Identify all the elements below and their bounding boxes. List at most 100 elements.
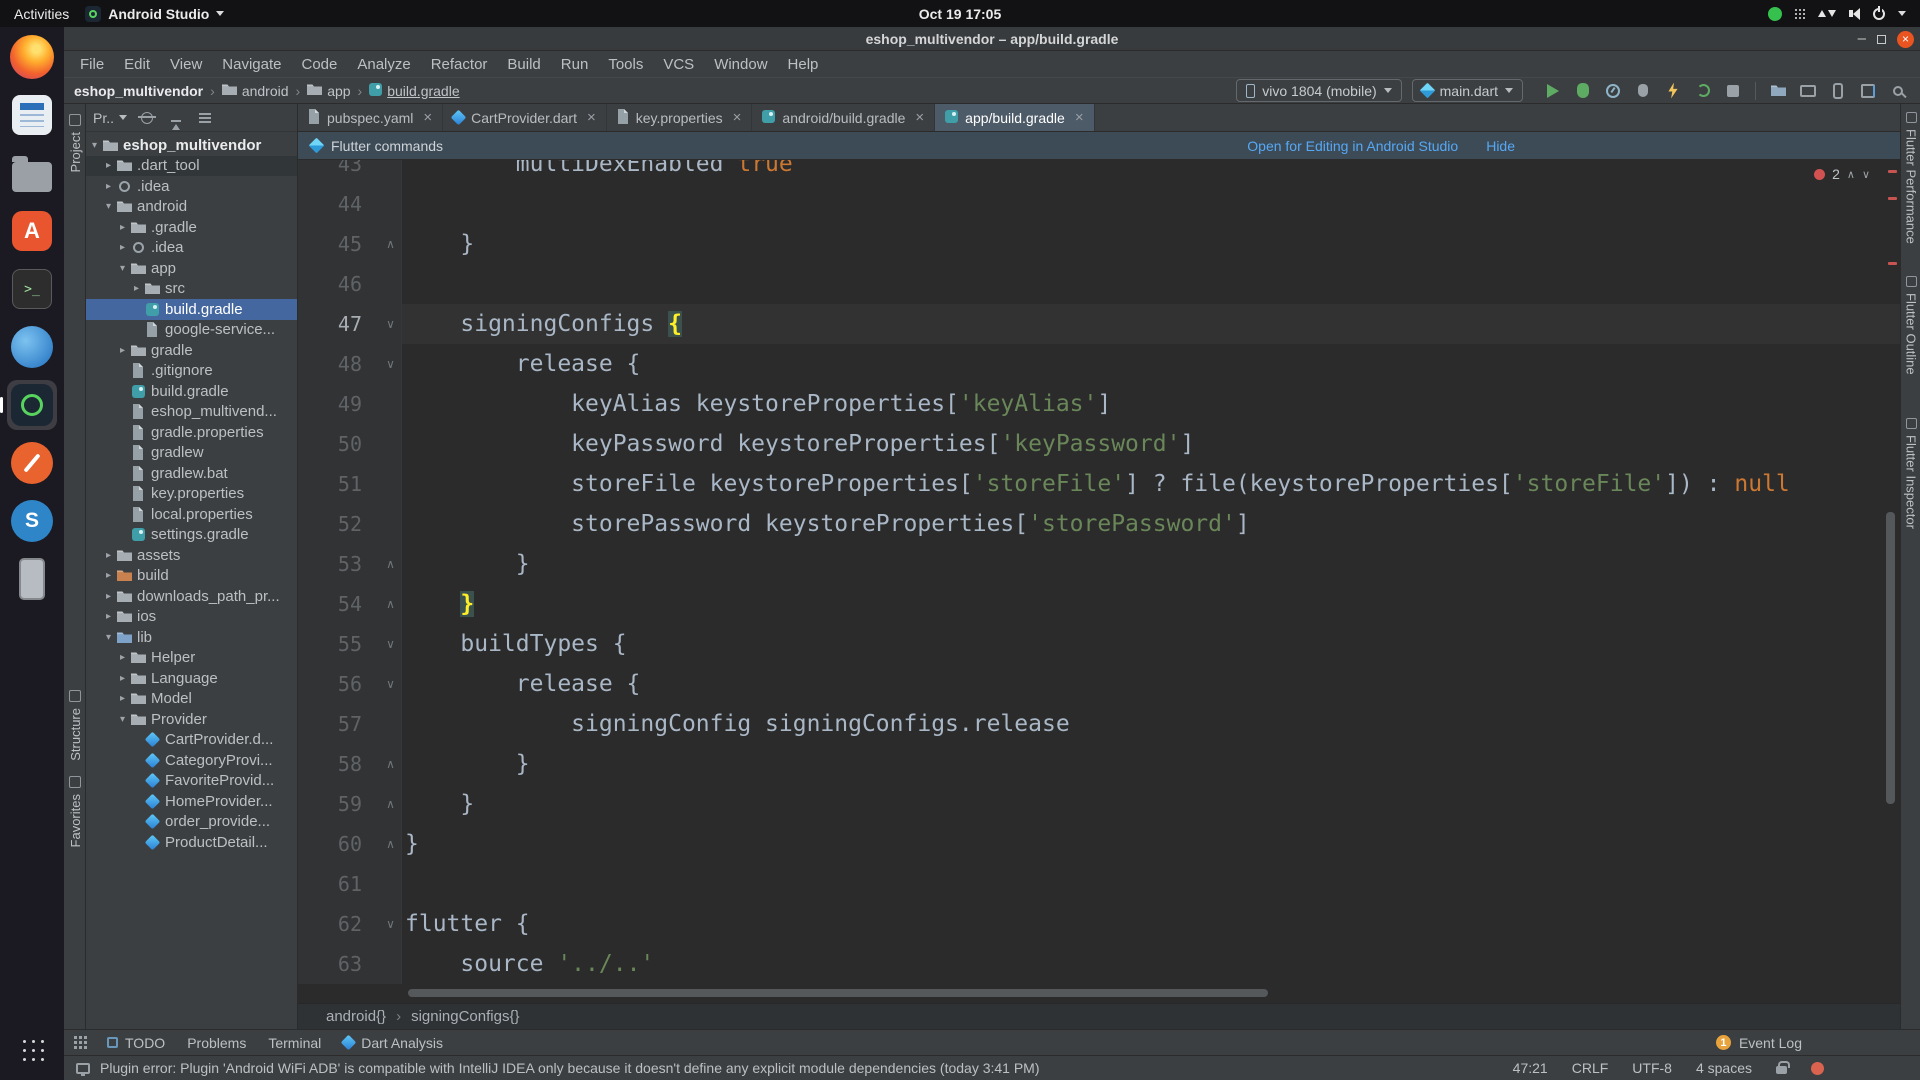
tree-item-order-provide[interactable]: order_provide... — [86, 812, 297, 833]
tool-window-button-problems[interactable]: Problems — [176, 1035, 257, 1051]
menu-build[interactable]: Build — [497, 56, 550, 73]
search-button[interactable] — [1886, 79, 1910, 103]
tree-item-gradlew-bat[interactable]: gradlew.bat — [86, 463, 297, 484]
menu-edit[interactable]: Edit — [114, 56, 160, 73]
tree-item-eshop-multivendor[interactable]: ▾eshop_multivendor — [86, 135, 297, 156]
tree-item-dart-tool[interactable]: ▸.dart_tool — [86, 156, 297, 177]
tree-item-key-properties[interactable]: key.properties — [86, 484, 297, 505]
open-in-android-studio-link[interactable]: Open for Editing in Android Studio — [1247, 138, 1458, 154]
code-editor[interactable]: 43 multiDexEnabled true4445∧ }4647∨ sign… — [298, 160, 1900, 1003]
hot-reload-button[interactable] — [1661, 79, 1685, 103]
tree-item-productdetail[interactable]: ProductDetail... — [86, 832, 297, 853]
collapse-arrow-icon[interactable]: ▾ — [116, 263, 129, 274]
tree-item-cartprovider-d[interactable]: CartProvider.d... — [86, 730, 297, 751]
expand-arrow-icon[interactable]: ▸ — [102, 611, 115, 622]
layout-inspector-button[interactable] — [1856, 79, 1880, 103]
emulator-button[interactable] — [1826, 79, 1850, 103]
tree-item-build[interactable]: ▸build — [86, 566, 297, 587]
menu-vcs[interactable]: VCS — [653, 56, 704, 73]
dock-libreoffice[interactable] — [7, 90, 57, 140]
breadcrumb-build-gradle[interactable]: build.gradle — [369, 83, 459, 99]
close-icon[interactable]: × — [587, 109, 596, 126]
fold-toggle-icon[interactable]: ∧ — [380, 744, 401, 784]
fold-toggle-icon[interactable]: ∨ — [380, 624, 401, 664]
tree-item-google-service[interactable]: google-service... — [86, 320, 297, 341]
fold-toggle-icon[interactable]: ∧ — [380, 824, 401, 864]
menu-tools[interactable]: Tools — [598, 56, 653, 73]
breadcrumb-android[interactable]: android{} — [326, 1008, 386, 1025]
tool-window-button-todo[interactable]: TODO — [96, 1035, 176, 1051]
expand-arrow-icon[interactable]: ▸ — [116, 693, 129, 704]
tree-item-build-gradle[interactable]: build.gradle — [86, 381, 297, 402]
tool-window-button-dart-analysis[interactable]: Dart Analysis — [332, 1035, 454, 1051]
menu-navigate[interactable]: Navigate — [212, 56, 291, 73]
volume-icon[interactable] — [1849, 8, 1860, 20]
tool-window-tab-flutter-inspector[interactable]: Flutter Inspector — [1901, 418, 1920, 529]
dock-terminal[interactable]: >_ — [7, 264, 57, 314]
close-icon[interactable]: × — [915, 109, 924, 126]
logcat-button[interactable] — [1796, 79, 1820, 103]
settings-button[interactable] — [196, 109, 214, 127]
tree-item-lib[interactable]: ▾lib — [86, 627, 297, 648]
expand-arrow-icon[interactable]: ▸ — [102, 160, 115, 171]
fold-toggle-icon[interactable]: ∨ — [380, 664, 401, 704]
menu-file[interactable]: File — [70, 56, 114, 73]
chat-notification-icon[interactable] — [1768, 7, 1782, 21]
tree-item-helper[interactable]: ▸Helper — [86, 648, 297, 669]
tool-window-tab-flutter-performance[interactable]: Flutter Performance — [1901, 112, 1920, 244]
menu-refactor[interactable]: Refactor — [421, 56, 498, 73]
tree-item-gradle-properties[interactable]: gradle.properties — [86, 422, 297, 443]
menu-window[interactable]: Window — [704, 56, 777, 73]
dock-files[interactable] — [7, 148, 57, 198]
fold-toggle-icon[interactable]: ∨ — [380, 304, 401, 344]
tool-window-tab-structure[interactable]: Structure — [64, 690, 86, 761]
tree-item-app[interactable]: ▾app — [86, 258, 297, 279]
fold-toggle-icon[interactable]: ∧ — [380, 784, 401, 824]
indent-setting[interactable]: 4 spaces — [1696, 1060, 1752, 1076]
fold-toggle-icon[interactable]: ∧ — [380, 584, 401, 624]
tree-item-downloads-path-pr[interactable]: ▸downloads_path_pr... — [86, 586, 297, 607]
event-log-button[interactable]: 1 Event Log — [1716, 1035, 1910, 1051]
menu-help[interactable]: Help — [778, 56, 829, 73]
collapse-arrow-icon[interactable]: ▾ — [88, 140, 101, 151]
tree-item-homeprovider[interactable]: HomeProvider... — [86, 791, 297, 812]
tree-item-local-properties[interactable]: local.properties — [86, 504, 297, 525]
fold-toggle-icon[interactable]: ∧ — [380, 544, 401, 584]
expand-arrow-icon[interactable]: ▸ — [116, 652, 129, 663]
dock-slack[interactable]: S — [7, 496, 57, 546]
file-encoding[interactable]: UTF-8 — [1632, 1060, 1672, 1076]
dock-ubuntu-software[interactable]: A — [7, 206, 57, 256]
tool-window-switcher-icon[interactable] — [74, 1036, 88, 1050]
expand-arrow-icon[interactable]: ▸ — [116, 345, 129, 356]
tab-pubspec-yaml[interactable]: pubspec.yaml× — [298, 104, 443, 131]
next-error-button[interactable]: ∨ — [1862, 168, 1870, 181]
menu-view[interactable]: View — [160, 56, 212, 73]
dock-pen-app[interactable] — [7, 438, 57, 488]
dock-firefox[interactable] — [7, 32, 57, 82]
tree-item-android[interactable]: ▾android — [86, 197, 297, 218]
expand-arrow-icon[interactable]: ▸ — [102, 591, 115, 602]
tree-item-ios[interactable]: ▸ios — [86, 607, 297, 628]
dock-blue-app[interactable] — [7, 322, 57, 372]
device-file-explorer-button[interactable] — [1766, 79, 1790, 103]
dock-android-studio[interactable] — [7, 380, 57, 430]
clock[interactable]: Oct 19 17:05 — [919, 6, 1002, 22]
tree-item-settings-gradle[interactable]: settings.gradle — [86, 525, 297, 546]
activities-button[interactable]: Activities — [14, 6, 69, 22]
tree-item-build-gradle[interactable]: build.gradle — [86, 299, 297, 320]
close-icon[interactable]: × — [733, 109, 742, 126]
tree-item-provider[interactable]: ▾Provider — [86, 709, 297, 730]
prev-error-button[interactable]: ∧ — [1847, 168, 1855, 181]
error-stripe-mark[interactable] — [1888, 197, 1897, 200]
breadcrumb-android[interactable]: android — [222, 83, 289, 99]
tree-item-gitignore[interactable]: .gitignore — [86, 361, 297, 382]
expand-arrow-icon[interactable]: ▸ — [116, 242, 129, 253]
tree-item-gradle[interactable]: ▸gradle — [86, 340, 297, 361]
stop-button[interactable] — [1721, 79, 1745, 103]
locate-file-button[interactable] — [138, 109, 156, 127]
menu-run[interactable]: Run — [551, 56, 599, 73]
tree-item-language[interactable]: ▸Language — [86, 668, 297, 689]
expand-arrow-icon[interactable]: ▸ — [116, 673, 129, 684]
tree-item-src[interactable]: ▸src — [86, 279, 297, 300]
app-grid-icon[interactable] — [1795, 9, 1805, 19]
